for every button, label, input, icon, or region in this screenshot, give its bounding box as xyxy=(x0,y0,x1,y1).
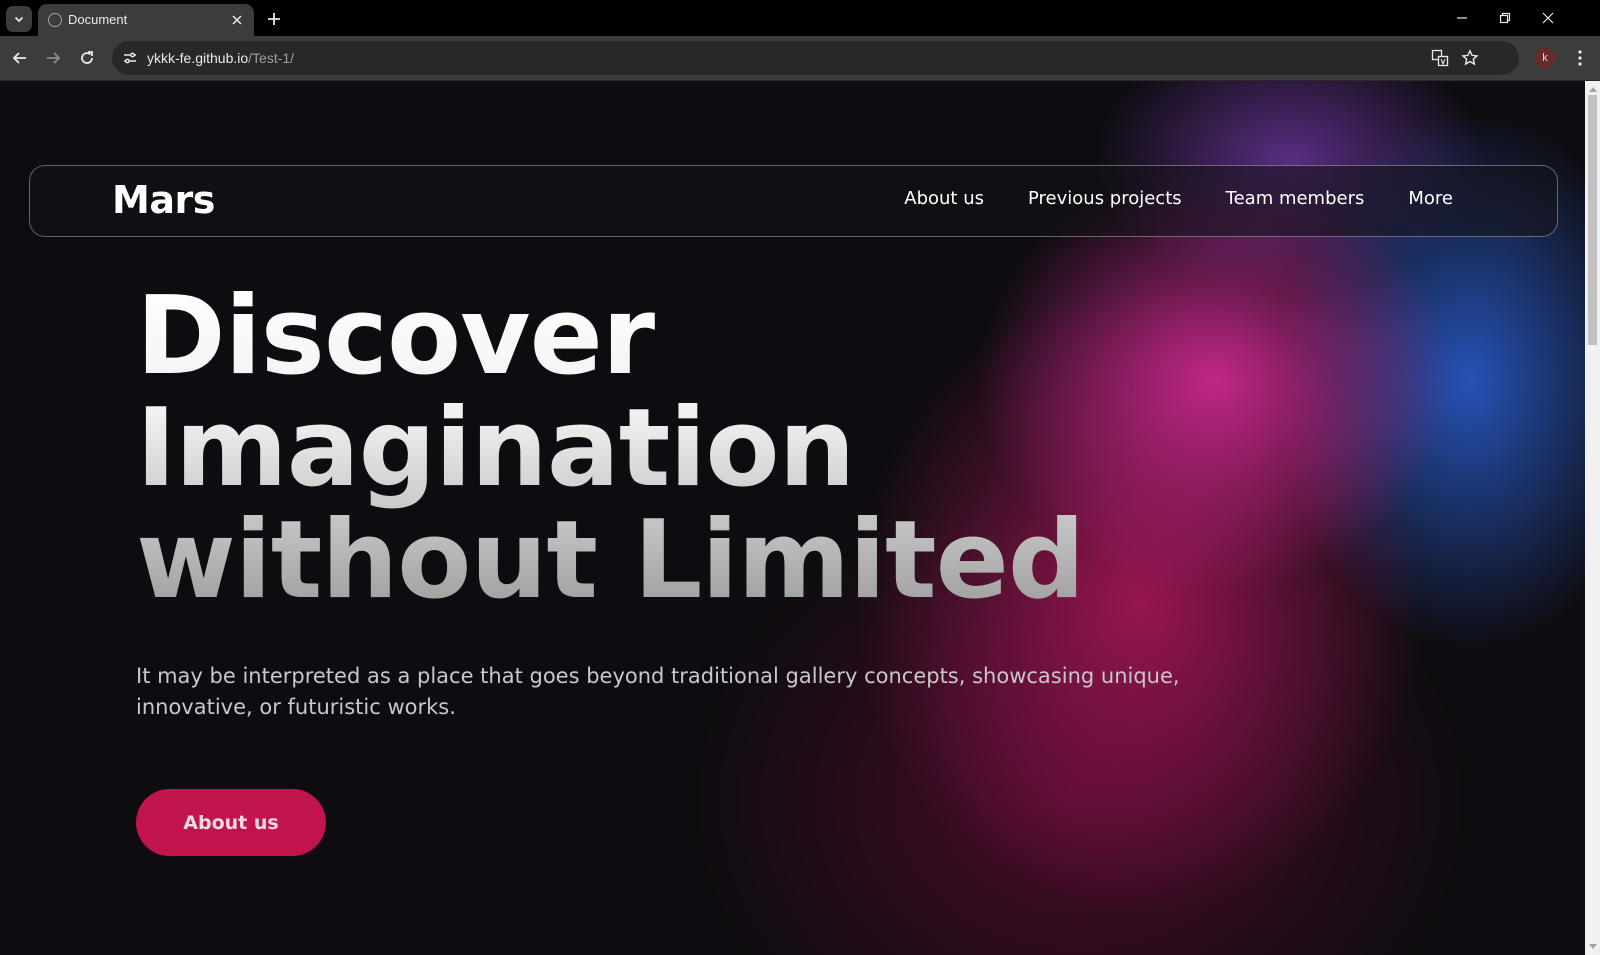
site-info-button[interactable] xyxy=(120,48,140,68)
browser-tab[interactable]: Document xyxy=(38,4,254,36)
site-logo[interactable]: Mars xyxy=(112,178,215,222)
browser-toolbar: ykkk-fe.github.io/Test-1/ k xyxy=(0,36,1600,81)
forward-button[interactable] xyxy=(40,45,66,71)
scroll-down-arrow[interactable] xyxy=(1588,941,1597,951)
close-tab-button[interactable] xyxy=(228,11,246,29)
hero-title-line: Imagination xyxy=(136,386,855,511)
minimize-button[interactable] xyxy=(1447,6,1477,30)
restore-button[interactable] xyxy=(1490,6,1520,30)
hero-title: Discover Imagination without Limited xyxy=(136,281,1236,617)
nav-link-previous-projects[interactable]: Previous projects xyxy=(1028,188,1182,209)
triangle-down-icon xyxy=(1588,943,1597,949)
browser-tab-strip: Document xyxy=(0,0,1600,36)
close-icon xyxy=(232,15,242,25)
scroll-thumb[interactable] xyxy=(1588,95,1597,345)
tab-search-button[interactable] xyxy=(6,6,32,32)
chevron-down-icon xyxy=(14,16,24,23)
close-window-button[interactable] xyxy=(1533,6,1563,30)
site-nav: About us Previous projects Team members … xyxy=(860,188,1453,209)
url-host: ykkk-fe.github.io xyxy=(147,50,249,66)
address-bar[interactable]: ykkk-fe.github.io/Test-1/ xyxy=(112,41,1519,75)
nav-link-more[interactable]: More xyxy=(1408,188,1453,209)
reload-icon xyxy=(81,51,93,64)
close-icon xyxy=(1542,12,1554,24)
restore-icon xyxy=(1499,12,1511,24)
kebab-menu-icon xyxy=(1578,50,1582,66)
tune-icon xyxy=(124,52,136,64)
nav-link-about-us[interactable]: About us xyxy=(904,188,984,209)
new-tab-button[interactable] xyxy=(264,9,284,29)
url-path: /Test-1/ xyxy=(248,50,295,66)
about-us-button[interactable]: About us xyxy=(136,789,326,856)
url-text: ykkk-fe.github.io/Test-1/ xyxy=(147,50,294,66)
hero-title-line: without Limited xyxy=(136,498,1085,623)
tab-title: Document xyxy=(68,12,128,27)
profile-avatar[interactable]: k xyxy=(1535,48,1555,68)
arrow-right-icon xyxy=(47,52,61,64)
minimize-icon xyxy=(1457,17,1467,19)
plus-icon xyxy=(268,13,280,25)
back-button[interactable] xyxy=(7,45,33,71)
hero-title-line: Discover xyxy=(136,274,655,399)
hero-subtitle: It may be interpreted as a place that go… xyxy=(136,664,1180,719)
bookmark-button[interactable] xyxy=(1460,48,1480,68)
translate-button[interactable] xyxy=(1430,48,1450,68)
arrow-left-icon xyxy=(12,52,26,64)
globe-icon xyxy=(48,13,62,27)
star-icon xyxy=(1461,49,1479,66)
browser-menu-button[interactable] xyxy=(1568,45,1592,71)
page-viewport: Mars About us Previous projects Team mem… xyxy=(0,81,1585,955)
site-header: Mars About us Previous projects Team mem… xyxy=(29,165,1558,237)
triangle-up-icon xyxy=(1588,86,1597,92)
reload-button[interactable] xyxy=(74,45,100,71)
page-scrollbar[interactable] xyxy=(1585,81,1600,955)
translate-icon xyxy=(1431,49,1449,67)
scroll-up-arrow[interactable] xyxy=(1588,84,1597,94)
nav-link-team-members[interactable]: Team members xyxy=(1226,188,1365,209)
